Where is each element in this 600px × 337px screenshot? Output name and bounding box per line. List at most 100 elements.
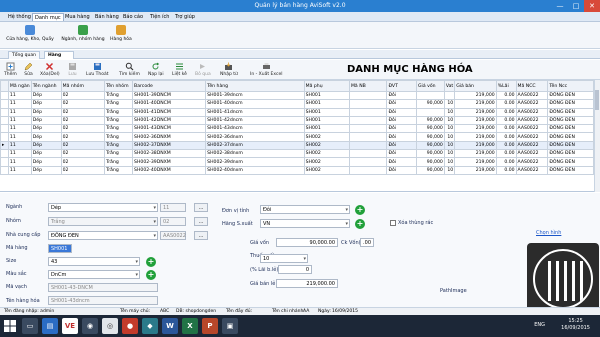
reload-button[interactable]: Nạp lại: [148, 62, 164, 77]
thue-suat-select[interactable]: 10: [260, 254, 308, 263]
table-cell[interactable]: SH001-41DNCM: [132, 107, 207, 117]
table-cell[interactable]: Dép: [30, 132, 62, 142]
table-cell[interactable]: Trắng: [104, 107, 134, 117]
app-icon[interactable]: ▣: [222, 318, 238, 334]
language-indicator[interactable]: ENG: [534, 322, 545, 328]
app-icon[interactable]: ◆: [142, 318, 158, 334]
table-cell[interactable]: 11: [7, 107, 32, 117]
col-header[interactable]: Mã NB: [348, 80, 388, 92]
ncc-browse-button[interactable]: ...: [194, 231, 208, 240]
word-icon[interactable]: W: [162, 318, 178, 334]
table-cell[interactable]: AAS0022: [515, 107, 549, 117]
table-cell[interactable]: 219,000: [454, 149, 497, 159]
table-cell[interactable]: 0.00: [495, 149, 517, 159]
add-manufacturer-button[interactable]: +: [355, 219, 365, 229]
row-indicator[interactable]: [0, 165, 9, 175]
table-cell[interactable]: Đôi: [386, 115, 417, 126]
excel-icon[interactable]: X: [182, 318, 198, 334]
col-header[interactable]: Mã NCC: [515, 80, 549, 92]
table-cell[interactable]: 0.00: [495, 99, 517, 109]
table-cell[interactable]: Dép: [30, 99, 62, 109]
app-icon[interactable]: ◉: [82, 318, 98, 334]
table-cell[interactable]: 02: [60, 149, 106, 159]
table-cell[interactable]: [348, 124, 388, 134]
table-cell[interactable]: [348, 99, 388, 109]
nganh-select[interactable]: Dép: [48, 203, 158, 212]
table-cell[interactable]: AAS0022: [515, 90, 549, 101]
mau-sac-select[interactable]: DnCm: [48, 270, 140, 279]
ribbon-hang-hoa[interactable]: Hàng hóa: [108, 25, 134, 42]
table-cell[interactable]: 02: [60, 140, 106, 151]
col-header[interactable]: Tên hàng: [205, 80, 305, 92]
row-indicator[interactable]: [0, 99, 9, 109]
row-indicator[interactable]: [0, 132, 9, 142]
table-cell[interactable]: ĐÔNG ĐEN: [547, 132, 594, 142]
nganh-browse-button[interactable]: ...: [194, 203, 208, 212]
search-button[interactable]: Tìm kiếm: [119, 62, 140, 77]
table-cell[interactable]: 10: [443, 115, 456, 126]
table-cell[interactable]: ĐÔNG ĐEN: [547, 90, 594, 101]
col-header[interactable]: Mã phụ: [303, 80, 350, 92]
app-ve-icon[interactable]: VE: [62, 318, 78, 334]
table-cell[interactable]: SH001-43dncm: [205, 124, 305, 134]
table-cell[interactable]: Dép: [30, 157, 62, 167]
table-cell[interactable]: 90,000: [416, 157, 445, 167]
table-cell[interactable]: 219,000: [454, 165, 497, 175]
table-cell[interactable]: Trắng: [104, 124, 134, 134]
gia-ban-le-input[interactable]: 219,000.00: [276, 279, 338, 288]
menu-danh-muc[interactable]: Danh mục: [32, 13, 64, 21]
table-cell[interactable]: SH001-40DNCM: [132, 99, 207, 109]
table-cell[interactable]: [416, 107, 445, 117]
table-row[interactable]: 11 Dép 02 Trắng SH001-40DNCM SH001-40dncm SH00…: [0, 99, 594, 109]
table-cell[interactable]: SH002-40dnxm: [205, 165, 305, 175]
table-cell[interactable]: [348, 165, 388, 175]
table-cell[interactable]: 02: [60, 157, 106, 167]
table-cell[interactable]: 02: [60, 132, 106, 142]
chrome-icon[interactable]: ◎: [102, 318, 118, 334]
table-cell[interactable]: Đôi: [386, 124, 417, 134]
table-cell[interactable]: Dép: [30, 124, 62, 134]
table-cell[interactable]: 219,000: [454, 132, 497, 142]
minimize-button[interactable]: —: [552, 0, 568, 12]
windows-start-icon[interactable]: [3, 319, 17, 333]
table-row[interactable]: 11 Dép 02 Trắng SH002-38DNXM SH002-38dnxm SH00…: [0, 149, 594, 159]
table-cell[interactable]: SH002: [303, 165, 350, 175]
table-cell[interactable]: Dép: [30, 140, 62, 151]
ma-vach-input[interactable]: SH001-43-DNCM: [48, 283, 158, 292]
table-cell[interactable]: Dép: [30, 115, 62, 126]
table-cell[interactable]: 90,000: [416, 165, 445, 175]
table-cell[interactable]: Trắng: [104, 149, 134, 159]
table-cell[interactable]: 11: [7, 115, 32, 126]
table-cell[interactable]: [348, 90, 388, 101]
table-cell[interactable]: SH001-42dncm: [205, 115, 305, 126]
import-button[interactable]: Nhập từ: [220, 62, 238, 77]
table-cell[interactable]: Dép: [30, 149, 62, 159]
table-cell[interactable]: [348, 107, 388, 117]
print-export-button[interactable]: In - Xuất Excel: [250, 62, 282, 77]
table-cell[interactable]: SH001: [303, 107, 350, 117]
table-cell[interactable]: SH001-39DNCM: [132, 90, 207, 101]
table-cell[interactable]: SH002-38dnxm: [205, 149, 305, 159]
skip-button[interactable]: Bỏ qua: [195, 62, 211, 77]
table-cell[interactable]: [348, 140, 388, 151]
menu-tro-giup[interactable]: Trợ giúp: [173, 13, 197, 21]
goods-table[interactable]: Mã ngàn Tên ngành Mã nhóm Tên nhóm Barco…: [0, 80, 594, 192]
table-row[interactable]: 11 Dép 02 Trắng SH002-39DNXM SH002-39dnxm SH00…: [0, 157, 594, 167]
col-header[interactable]: %Lãi: [495, 80, 517, 92]
add-color-button[interactable]: +: [146, 270, 156, 280]
table-cell[interactable]: SH001: [303, 124, 350, 134]
table-cell[interactable]: 10: [443, 157, 456, 167]
table-cell[interactable]: SH001-41dncm: [205, 107, 305, 117]
table-cell[interactable]: Đôi: [386, 165, 417, 175]
table-cell[interactable]: Dép: [30, 165, 62, 175]
ma-hang-input[interactable]: SH001: [48, 244, 72, 253]
table-cell[interactable]: Đôi: [386, 90, 417, 101]
table-cell[interactable]: 0.00: [495, 165, 517, 175]
powerpoint-icon[interactable]: P: [202, 318, 218, 334]
table-cell[interactable]: Trắng: [104, 157, 134, 167]
table-cell[interactable]: SH002-38DNXM: [132, 149, 207, 159]
table-cell[interactable]: AAS0022: [515, 165, 549, 175]
row-indicator[interactable]: [0, 124, 9, 134]
table-row[interactable]: ▸ 11 Dép 02 Trắng SH002-37DNXM SH002-37dnxm SH0…: [0, 140, 594, 151]
table-row[interactable]: 11 Dép 02 Trắng SH001-39DNCM SH001-39dncm SH00…: [0, 90, 594, 101]
